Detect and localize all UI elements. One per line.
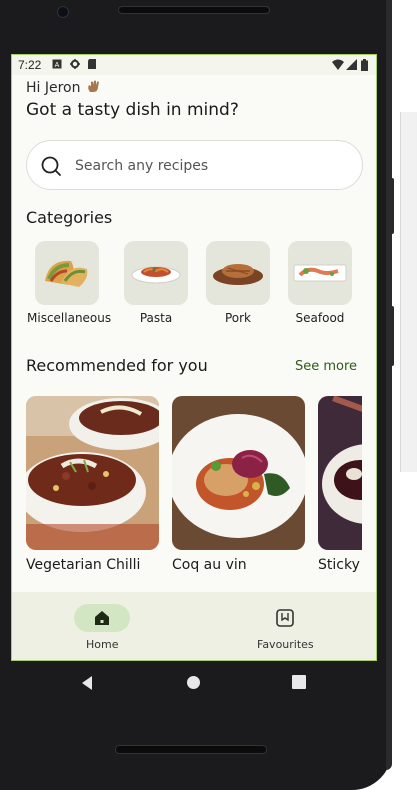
settings-gear-icon (70, 59, 80, 69)
recents-square-icon[interactable] (292, 675, 306, 689)
recipe-card-vegetarian-chilli[interactable]: Vegetarian Chilli (26, 396, 159, 573)
status-time: 7:22 (18, 58, 42, 72)
battery-icon (361, 59, 368, 71)
bottom-navigation: Home Favourites (12, 592, 376, 660)
notification-a-icon: A (52, 59, 62, 69)
back-icon[interactable] (80, 675, 94, 691)
cell-signal-icon (346, 59, 357, 70)
volume-button[interactable] (389, 306, 394, 366)
bottom-speaker (115, 745, 267, 754)
nav-home-label[interactable]: Home (86, 638, 118, 651)
favourites-icon[interactable] (275, 608, 295, 628)
category-miscellaneous[interactable]: Miscellaneous (27, 241, 112, 325)
search-icon (41, 156, 61, 176)
recipe-card-coq-au-vin[interactable]: Coq au vin (172, 396, 305, 573)
category-pork[interactable]: Pork (198, 241, 278, 325)
vegetarian-chilli-image (26, 396, 159, 550)
category-pasta[interactable]: Pasta (116, 241, 196, 325)
category-label: Seafood (295, 311, 345, 325)
recipe-title: Coq au vin (172, 557, 247, 573)
see-more-link[interactable]: See more (295, 359, 357, 374)
category-label: Miscellaneous (27, 311, 112, 325)
category-label: Pasta (139, 311, 173, 325)
coq-au-vin-image (172, 396, 305, 550)
phone-edge (386, 0, 392, 770)
search-bar[interactable] (26, 140, 363, 190)
power-button[interactable] (389, 178, 394, 234)
svg-text:A: A (55, 62, 60, 69)
category-label: Pork (224, 311, 252, 325)
category-seafood[interactable]: Seafood (280, 241, 360, 325)
recipe-title: Vegetarian Chilli (26, 557, 141, 573)
recipe-card-sticky-toffee[interactable]: Sticky Toffee (318, 396, 362, 573)
waving-hand-icon (88, 80, 99, 92)
sticky-toffee-image (318, 396, 362, 550)
wifi-icon (332, 59, 344, 70)
greeting-row: Hi Jeron (26, 80, 101, 96)
top-speaker (118, 6, 270, 14)
greeting-text: Hi Jeron (26, 80, 81, 96)
app-screen: 7:22 A Hi Jeron Got a tasty dish in mind… (11, 54, 377, 661)
front-camera (57, 6, 69, 18)
recommended-title: Recommended for you (26, 356, 208, 375)
taco-image (35, 241, 99, 305)
home-icon[interactable] (92, 608, 112, 628)
sd-card-icon (88, 59, 96, 69)
pasta-image (124, 241, 188, 305)
nav-favourites-label[interactable]: Favourites (257, 638, 314, 651)
home-circle-icon[interactable] (186, 675, 201, 690)
recipe-title: Sticky Toffee (318, 557, 362, 573)
seafood-image (288, 241, 352, 305)
page-headline: Got a tasty dish in mind? (26, 100, 239, 120)
search-input[interactable] (75, 155, 345, 177)
status-bar: 7:22 A (12, 55, 376, 75)
host-side-panel (400, 112, 417, 472)
categories-title: Categories (26, 208, 113, 227)
phone-frame: 7:22 A Hi Jeron Got a tasty dish in mind… (0, 0, 394, 790)
pork-image (206, 241, 270, 305)
